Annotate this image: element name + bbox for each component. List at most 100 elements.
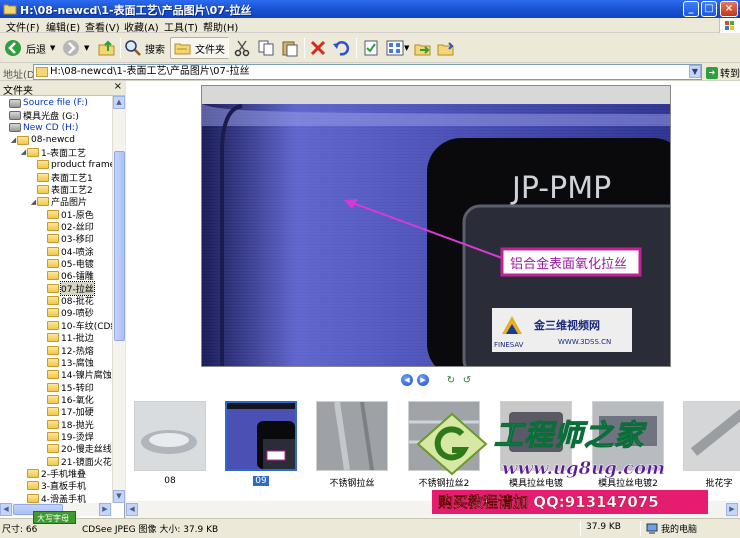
copy-to-button[interactable] — [437, 37, 455, 59]
tree-item[interactable]: product frame ph — [30, 159, 112, 171]
minimize-button[interactable]: _ — [683, 1, 699, 17]
tree-item[interactable]: 20-慢走丝线 — [40, 443, 112, 455]
tree-item-label: 03-移印 — [61, 235, 94, 246]
menu-tools[interactable]: 工具(T) — [164, 19, 198, 34]
delete-button[interactable] — [309, 37, 327, 59]
next-image-button[interactable]: ▶ — [417, 374, 429, 386]
up-folder-button[interactable] — [98, 37, 116, 59]
scroll-thumb[interactable] — [114, 151, 125, 341]
tree-item[interactable]: ◢ 1-表面工艺 — [20, 146, 86, 159]
filmstrip-thumbnail[interactable]: 批花字 — [683, 401, 740, 489]
tree-item[interactable]: 01-原色 — [40, 208, 94, 221]
tree-expander[interactable]: ◢ — [10, 136, 17, 144]
address-input[interactable]: H:\08-newcd\1-表面工艺\产品图片\07-拉丝 — [33, 64, 702, 80]
scroll-up-arrow[interactable]: ▲ — [113, 96, 125, 109]
scroll-right-arrow[interactable]: ▶ — [99, 503, 111, 516]
tree-item[interactable]: 模具光盘 (G:) — [2, 109, 79, 122]
tree-item[interactable]: 21-镜面火花 — [40, 455, 112, 468]
tree-item[interactable]: 13-腐蚀 — [40, 356, 94, 369]
image-viewer: JP-PMP 铝合金表面氧化拉丝 金三维视频网 FINESAV WWW.3DSS… — [126, 81, 740, 391]
filmstrip-scrollbar[interactable]: ◀ ▶ — [126, 501, 740, 518]
close-button[interactable]: × — [720, 1, 738, 17]
rotate-counterclockwise-button[interactable]: ↺ — [461, 375, 473, 386]
tree-item[interactable]: 07-拉丝 — [40, 280, 95, 296]
filmstrip-thumbnail[interactable]: 模具拉丝电镀2 — [592, 401, 664, 489]
filmstrip-thumbnail[interactable]: 08 — [134, 401, 206, 486]
image-preview[interactable]: JP-PMP 铝合金表面氧化拉丝 金三维视频网 FINESAV WWW.3DSS… — [201, 85, 671, 367]
filmstrip-thumbnail[interactable]: 09 — [225, 401, 297, 489]
tree-item[interactable]: 表面工艺2 — [30, 183, 93, 196]
forward-button[interactable]: ▼ — [62, 37, 89, 59]
tree-item[interactable]: 09-喷砂 — [40, 307, 94, 319]
title-bar[interactable]: H:\08-newcd\1-表面工艺\产品图片\07-拉丝 _ □ × — [0, 0, 740, 18]
go-label: 转到 — [720, 69, 740, 80]
scroll-right-arrow[interactable]: ▶ — [726, 503, 738, 516]
tree-item[interactable]: 08-批花 — [40, 295, 94, 307]
tree-item[interactable]: 16-氧化 — [40, 393, 94, 406]
tree-item[interactable]: ◢ 产品图片 — [30, 196, 87, 208]
tree-item[interactable]: 18-抛光 — [40, 418, 94, 431]
menu-view[interactable]: 查看(V) — [85, 19, 120, 34]
tree-item[interactable]: 19-烫焊 — [40, 430, 94, 443]
cut-button[interactable] — [233, 37, 251, 59]
thumbnail-caption: 08 — [164, 476, 176, 486]
up-folder-icon — [98, 40, 115, 56]
scroll-left-arrow[interactable]: ◀ — [126, 503, 138, 516]
tree-item[interactable]: Source file (F:) — [2, 97, 88, 109]
tree-item[interactable]: 12-热熔 — [40, 344, 94, 357]
tree-expander[interactable]: ◢ — [30, 198, 37, 206]
rotate-clockwise-button[interactable]: ↻ — [445, 375, 457, 386]
back-button[interactable]: 后退 ▼ — [4, 37, 55, 59]
tree-item[interactable]: 02-丝印 — [40, 221, 94, 233]
paste-button[interactable] — [281, 37, 299, 59]
folders-button[interactable]: 文件夹 — [170, 37, 229, 59]
go-button[interactable]: ➔ 转到 — [706, 65, 740, 80]
scroll-left-arrow[interactable]: ◀ — [0, 503, 12, 516]
thumbnail-caption: 不锈钢拉丝 — [329, 479, 375, 489]
previous-image-button[interactable]: ◀ — [401, 374, 413, 386]
tree-item[interactable]: 04-喷涂 — [40, 245, 94, 258]
tree-item[interactable]: 10-车纹(CD纹 — [40, 319, 112, 332]
properties-button[interactable] — [362, 37, 380, 59]
tree-item[interactable]: 06-镭雕 — [40, 270, 94, 282]
device-label: JP-PMP — [510, 171, 611, 206]
move-to-button[interactable] — [414, 37, 432, 59]
menu-file[interactable]: 文件(F) — [6, 19, 40, 34]
copy-button[interactable] — [257, 37, 275, 59]
folder-icon — [36, 67, 48, 77]
maximize-button[interactable]: □ — [701, 1, 717, 17]
close-pane-button[interactable]: × — [114, 81, 122, 92]
filmstrip-thumbnail[interactable]: 不锈钢拉丝 — [316, 401, 388, 489]
tree-expander[interactable]: ◢ — [20, 148, 27, 156]
search-button[interactable]: 搜索 — [124, 37, 165, 59]
address-dropdown-button[interactable]: ▼ — [689, 65, 701, 78]
folder-icon — [37, 184, 49, 194]
tree-item[interactable]: 17-加硬 — [40, 406, 94, 418]
tree-item[interactable]: ◢ 08-newcd — [10, 134, 75, 146]
previous-icon: ◀ — [404, 376, 410, 384]
filmstrip-thumbnail[interactable]: 不锈钢拉丝2 — [408, 401, 480, 489]
views-button[interactable]: ▼ — [386, 37, 409, 59]
tree-item[interactable]: 3-直板手机 — [20, 480, 86, 492]
tree-item[interactable]: 表面工艺1 — [30, 171, 93, 184]
scroll-down-arrow[interactable]: ▼ — [113, 490, 125, 503]
tree-item[interactable]: 15-转印 — [40, 381, 94, 394]
ime-indicator[interactable]: 大写字母 — [33, 511, 76, 524]
menu-edit[interactable]: 编辑(E) — [46, 19, 80, 34]
tree-item[interactable]: 05-电镀 — [40, 258, 94, 270]
tree-item[interactable]: 03-移印 — [40, 233, 94, 245]
tree-item[interactable]: 11-批边 — [40, 332, 94, 344]
undo-button[interactable] — [332, 37, 350, 59]
tree-item[interactable]: 2-手机堆叠 — [20, 468, 86, 480]
logo-url-text: WWW.3DSS.CN — [558, 338, 611, 346]
tree-vertical-scrollbar[interactable]: ▲ ▼ — [112, 96, 125, 503]
filmstrip-thumbnail[interactable]: 模具拉丝电镀 — [500, 401, 572, 489]
tree-item[interactable]: New CD (H:) — [2, 122, 78, 134]
tree-item[interactable]: 14-镍片腐蚀 — [40, 369, 112, 381]
tree-item-label: 18-抛光 — [61, 420, 94, 431]
folder-icon — [47, 370, 59, 380]
menu-help[interactable]: 帮助(H) — [203, 19, 238, 34]
thumbnail-image — [683, 401, 740, 471]
tree-item[interactable]: 4-滑盖手机 — [20, 492, 86, 503]
menu-favorites[interactable]: 收藏(A) — [124, 19, 159, 34]
